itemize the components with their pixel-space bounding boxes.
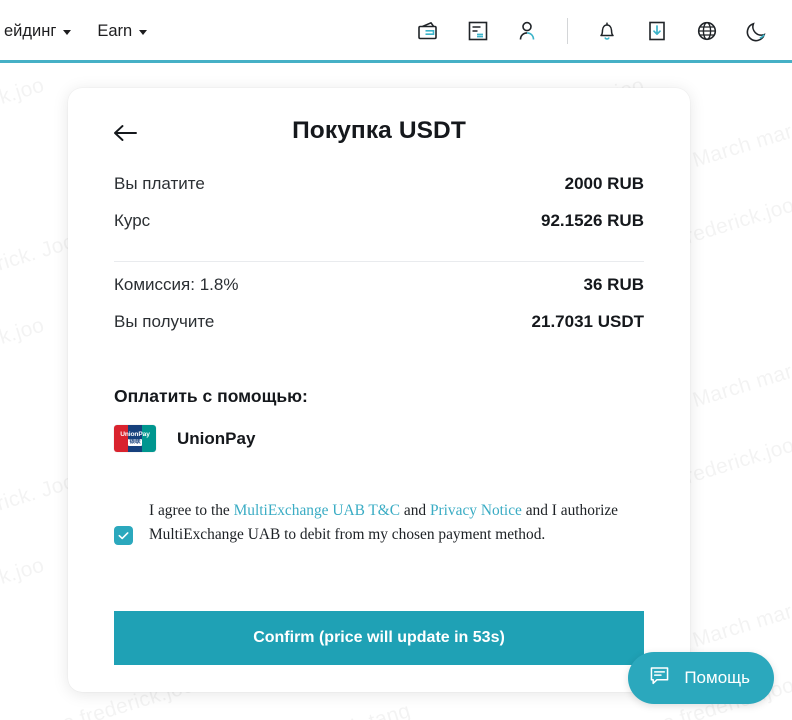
watermark-text: March march.tang (690, 339, 792, 413)
watermark-text: March march.tang (690, 579, 792, 653)
row-label: Комиссия: 1.8% (114, 275, 239, 294)
page-title: Покупка USDT (292, 117, 466, 144)
summary-rows: Вы платите 2000 RUB Курс 92.1526 RUB Ком… (68, 174, 690, 349)
watermark-text: March march.tang (690, 99, 792, 173)
payment-method-label: UnionPay (177, 428, 256, 448)
row-value: 21.7031 USDT (531, 312, 644, 331)
row-label: Курс (114, 211, 151, 230)
row-value: 2000 RUB (564, 174, 644, 193)
summary-row-you-pay: Вы платите 2000 RUB (114, 174, 644, 211)
unionpay-logo-text: UnionPay 银联 (114, 425, 156, 452)
watermark-text: Frederick. Joo frederick.joo (0, 73, 47, 172)
nav-right-group (415, 18, 792, 44)
unionpay-logo-icon: UnionPay 银联 (114, 425, 156, 452)
language-globe-icon[interactable] (694, 18, 720, 44)
privacy-notice-link[interactable]: Privacy Notice (430, 502, 522, 519)
nav-item-earn-label: Earn (97, 21, 133, 40)
row-label: Вы получите (114, 312, 215, 331)
nav-item-trading[interactable]: ейдинг (4, 21, 72, 41)
row-value: 36 RUB (583, 275, 644, 294)
summary-row-commission: Комиссия: 1.8% 36 RUB (114, 275, 644, 312)
page-root: Frederick. Joo frederick.joo March march.… (0, 0, 792, 720)
confirm-button[interactable]: Confirm (price will update in 53s) (114, 611, 644, 665)
help-button[interactable]: Помощь (628, 652, 774, 704)
agreement-part2: and (400, 502, 430, 519)
unionpay-logo-cn: 银联 (128, 439, 142, 447)
watermark-text: Frederick. Joo frederick.joo (0, 313, 47, 412)
chevron-down-icon (139, 29, 148, 35)
top-navigation-bar: ейдинг Earn (0, 0, 792, 62)
row-label: Вы платите (114, 174, 205, 193)
nav-divider (567, 18, 568, 44)
watermark-text: March march.tang (240, 699, 413, 720)
orders-list-icon[interactable] (465, 18, 491, 44)
terms-link[interactable]: MultiExchange UAB T&C (234, 502, 400, 519)
pay-with-heading: Оплатить с помощью: (114, 386, 308, 406)
help-button-label: Помощь (684, 668, 750, 687)
agreement-part1: I agree to the (149, 502, 234, 519)
purchase-card: Покупка USDT Вы платите 2000 RUB Курс 92… (68, 88, 690, 692)
chat-bubble-icon (648, 664, 671, 692)
chevron-down-icon (63, 29, 72, 35)
agreement-checkbox[interactable] (114, 526, 133, 545)
dark-mode-moon-icon[interactable] (744, 18, 770, 44)
nav-item-trading-label: ейдинг (4, 21, 57, 40)
summary-row-you-receive: Вы получите 21.7031 USDT (114, 312, 644, 349)
nav-left-group: ейдинг Earn (0, 21, 148, 41)
row-value: 92.1526 RUB (540, 211, 644, 230)
agreement-text: I agree to the MultiExchange UAB T&C and… (149, 499, 644, 547)
card-header: Покупка USDT (68, 88, 690, 174)
back-arrow-icon[interactable] (110, 120, 140, 146)
notifications-bell-icon[interactable] (594, 18, 620, 44)
user-account-icon[interactable] (515, 18, 541, 44)
payment-method-unionpay[interactable]: UnionPay 银联 UnionPay (114, 425, 644, 452)
unionpay-logo-word: UnionPay (120, 430, 150, 438)
rows-divider (114, 261, 644, 262)
nav-item-earn[interactable]: Earn (97, 21, 148, 41)
wallet-icon[interactable] (415, 18, 441, 44)
deposit-download-icon[interactable] (644, 18, 670, 44)
agreement-block: I agree to the MultiExchange UAB T&C and… (114, 499, 644, 547)
watermark-text: Frederick. Joo frederick.joo (0, 553, 47, 652)
accent-bar (0, 60, 792, 63)
summary-row-rate: Курс 92.1526 RUB (114, 211, 644, 248)
